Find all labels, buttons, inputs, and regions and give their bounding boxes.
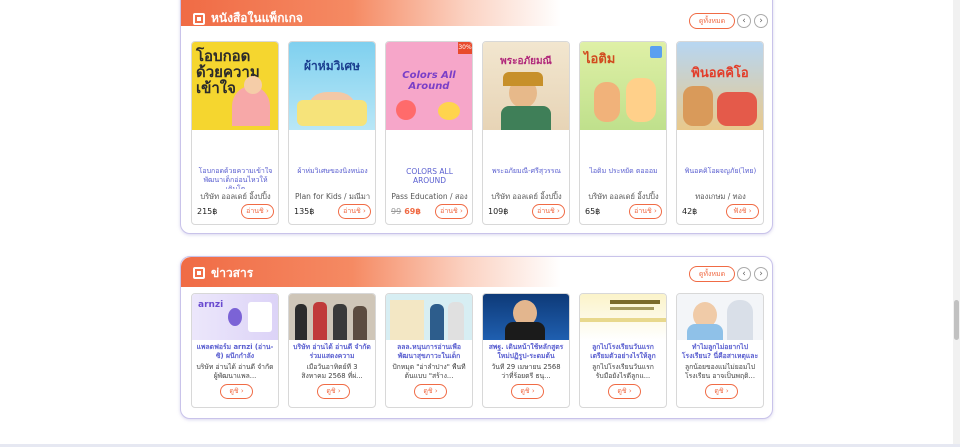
news-prev-button[interactable]: ‹	[737, 267, 751, 281]
price-value: 65฿	[585, 207, 601, 216]
page: หนังสือในแพ็กเกจ ดูทั้งหมด ‹ › โอบกอด ด้…	[0, 0, 960, 447]
news-thumbnail[interactable]	[580, 294, 666, 340]
book-publisher: บริษัท ออลเดย์ อิ้งปปิ้ง	[588, 192, 659, 201]
news-description: เมื่อวันอาทิตย์ที่ 3 สิงหาคม 2568 ที่ผ่.…	[301, 363, 363, 380]
news-thumbnail[interactable]	[483, 294, 569, 340]
read-button[interactable]: อ่านชิ ›	[435, 204, 468, 219]
news-title[interactable]: แพลตฟอร์ม arnzi (อ่าน-ซิ) ผนึกกำลัง	[196, 343, 274, 361]
book-publisher: บริษัท ออลเดย์ อิ้งปปิ้ง	[491, 192, 562, 201]
books-section-title: หนังสือในแพ็กเกจ	[211, 11, 303, 25]
view-button[interactable]: ดูชิ ›	[317, 384, 350, 399]
price-value: 109฿	[488, 207, 509, 216]
book-cover-text: โอบกอด ด้วยความเข้าใจ	[196, 47, 260, 97]
listen-button[interactable]: ฟังชิ ›	[726, 204, 759, 219]
book-title[interactable]: โอบกอดด้วยความเข้าใจ พัฒนาเด็กอ่อนไหวให้…	[195, 167, 276, 189]
read-button[interactable]: อ่านชิ ›	[629, 204, 662, 219]
book-publisher: บริษัท ออลเดย์ อิ้งปปิ้ง	[200, 192, 271, 201]
news-card[interactable]: ลลล.หนุนการอ่านเพื่อ พัฒนาสุขภาวะในเด็ก …	[385, 293, 473, 408]
news-description: วันที่ 29 เมษายน 2568 ว่าที่ร้อยตรี ธนุ.…	[491, 363, 561, 380]
book-title[interactable]: ผ้าห่มวิเศษของนิ้งหน่อง	[292, 167, 373, 189]
book-cover[interactable]: พินอคคิโอ	[677, 42, 763, 130]
book-publisher: Pass Education / สอง	[391, 192, 468, 201]
newspaper-icon	[193, 267, 205, 279]
books-prev-button[interactable]: ‹	[737, 14, 751, 28]
book-title[interactable]: ไอติม ประหยัด ตอออม	[583, 167, 664, 189]
book-card[interactable]: Colors All Around 30% COLORS ALL AROUND …	[385, 41, 473, 225]
read-button[interactable]: อ่านชิ ›	[338, 204, 371, 219]
news-thumbnail[interactable]	[677, 294, 763, 340]
news-title[interactable]: ทำไมลูกไม่อยากไป โรงเรียน? นี่คือสาเหตุแ…	[681, 343, 759, 361]
news-description: ปักหมุด "อ่าลำปาง" พื้นที่ ต้นแบบ "สร้าง…	[392, 363, 466, 380]
book-card[interactable]: ไอติม ไอติม ประหยัด ตอออม บริษัท ออลเดย์…	[579, 41, 667, 225]
news-card[interactable]: สพฐ. เดินหน้าใช้หลักสูตร ใหม่ปฏิรูป-ระดม…	[482, 293, 570, 408]
book-price: 135฿	[294, 207, 314, 216]
news-thumbnail[interactable]	[386, 294, 472, 340]
book-cover[interactable]: Colors All Around 30%	[386, 42, 472, 130]
book-cover-text: Colors All Around	[402, 70, 456, 92]
view-button[interactable]: ดูชิ ›	[220, 384, 253, 399]
book-title[interactable]: พระอภัยมณี-ศรีสุวรรณ	[486, 167, 567, 189]
news-description: ลูกไปโรงเรียนวันแรก รับมือยังไรดีลูกแ...	[592, 363, 654, 380]
book-cover-text: พระอภัยมณี	[500, 56, 552, 67]
book-cover[interactable]: ผ้าห่มวิเศษ	[289, 42, 375, 130]
news-section: ข่าวสาร ดูทั้งหมด ‹ › arnzi แพลตฟอร์ม ar…	[180, 256, 773, 419]
news-view-all-button[interactable]: ดูทั้งหมด	[689, 266, 735, 282]
book-card[interactable]: โอบกอด ด้วยความเข้าใจ โอบกอดด้วยความเข้า…	[191, 41, 279, 225]
book-title[interactable]: COLORS ALL AROUND	[389, 167, 470, 189]
view-button[interactable]: ดูชิ ›	[705, 384, 738, 399]
price-value: 42฿	[682, 207, 698, 216]
chevron-left-icon: ‹	[742, 16, 746, 26]
page-scrollbar[interactable]	[953, 0, 960, 447]
book-cover[interactable]: ไอติม	[580, 42, 666, 130]
book-card[interactable]: ผ้าห่มวิเศษ ผ้าห่มวิเศษของนิ้งหน่อง Plan…	[288, 41, 376, 225]
book-cover[interactable]: โอบกอด ด้วยความเข้าใจ	[192, 42, 278, 130]
book-publisher: ทองเกษม / ทอง	[695, 192, 746, 201]
news-thumbnail[interactable]: arnzi	[192, 294, 278, 340]
books-view-all-button[interactable]: ดูทั้งหมด	[689, 13, 735, 29]
book-price: 42฿	[682, 207, 697, 216]
chevron-left-icon: ‹	[742, 269, 746, 279]
read-button[interactable]: อ่านชิ ›	[532, 204, 565, 219]
arnzi-logo: arnzi	[198, 300, 224, 310]
news-card[interactable]: ลูกไปโรงเรียนวันแรก เตรียมตัวอย่างไรให้ล…	[579, 293, 667, 408]
book-price: 109฿	[488, 207, 508, 216]
scrollbar-thumb[interactable]	[954, 300, 959, 340]
book-icon	[193, 13, 205, 25]
news-description: ลูกน้อยของแม่ไม่ยอมไป โรงเรียน อาจเป็นพฤ…	[684, 363, 756, 380]
news-title[interactable]: ลลล.หนุนการอ่านเพื่อ พัฒนาสุขภาวะในเด็ก	[390, 343, 468, 361]
news-card[interactable]: ทำไมลูกไม่อยากไป โรงเรียน? นี่คือสาเหตุแ…	[676, 293, 764, 408]
news-description: บริษัท อ่านได้ อ่านดี จำกัด ผู้พัฒนาแพล.…	[196, 363, 274, 380]
book-card[interactable]: พินอคคิโอ พินอคคิโอผจญภัย(ไทย) ทองเกษม /…	[676, 41, 764, 225]
book-cover-text: พินอคคิโอ	[691, 66, 749, 81]
book-price: 99 69฿	[391, 207, 421, 216]
book-cover[interactable]: พระอภัยมณี	[483, 42, 569, 130]
price-value: 215฿	[197, 207, 218, 216]
view-button[interactable]: ดูชิ ›	[608, 384, 641, 399]
book-price: 215฿	[197, 207, 217, 216]
book-card[interactable]: พระอภัยมณี พระอภัยมณี-ศรีสุวรรณ บริษัท อ…	[482, 41, 570, 225]
news-title[interactable]: สพฐ. เดินหน้าใช้หลักสูตร ใหม่ปฏิรูป-ระดม…	[487, 343, 565, 361]
book-title[interactable]: พินอคคิโอผจญภัย(ไทย)	[680, 167, 761, 189]
old-price: 99	[391, 207, 402, 216]
news-card[interactable]: arnzi แพลตฟอร์ม arnzi (อ่าน-ซิ) ผนึกกำลั…	[191, 293, 279, 408]
news-section-title: ข่าวสาร	[211, 266, 254, 280]
news-title[interactable]: ลูกไปโรงเรียนวันแรก เตรียมตัวอย่างไรให้ล…	[584, 343, 662, 361]
news-title[interactable]: บริษัท อ่านได้ อ่านดี จำกัด ร่วมแสดงความ	[293, 343, 371, 361]
read-button[interactable]: อ่านชิ ›	[241, 204, 274, 219]
price-value: 69฿	[404, 207, 421, 216]
book-cover-text: ผ้าห่มวิเศษ	[304, 59, 360, 73]
news-thumbnail[interactable]	[289, 294, 375, 340]
books-next-button[interactable]: ›	[754, 14, 768, 28]
news-next-button[interactable]: ›	[754, 267, 768, 281]
view-button[interactable]: ดูชิ ›	[414, 384, 447, 399]
view-button[interactable]: ดูชิ ›	[511, 384, 544, 399]
books-section: หนังสือในแพ็กเกจ ดูทั้งหมด ‹ › โอบกอด ด้…	[180, 0, 773, 234]
book-price: 65฿	[585, 207, 600, 216]
news-card[interactable]: บริษัท อ่านได้ อ่านดี จำกัด ร่วมแสดงความ…	[288, 293, 376, 408]
chevron-right-icon: ›	[759, 269, 763, 279]
price-value: 135฿	[294, 207, 315, 216]
chevron-right-icon: ›	[759, 16, 763, 26]
book-publisher: Plan for Kids / มณีมา	[294, 192, 371, 201]
